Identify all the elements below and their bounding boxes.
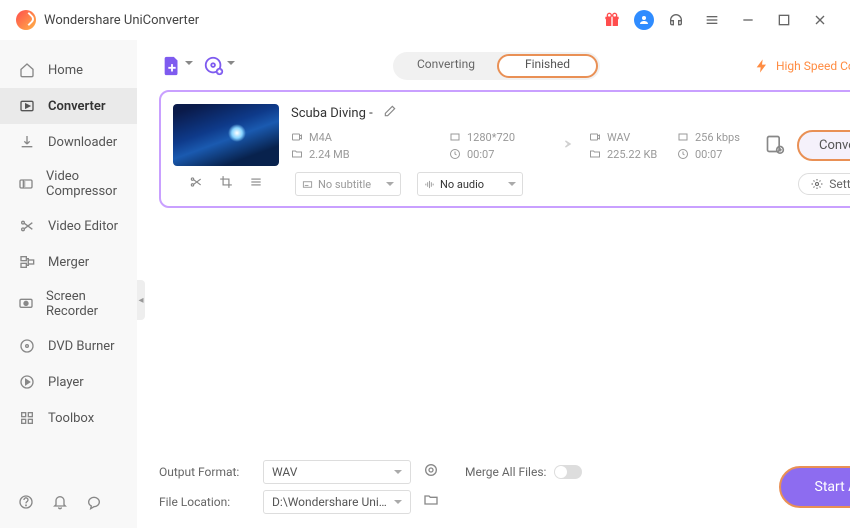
minimize-button[interactable] xyxy=(740,12,756,28)
recorder-icon xyxy=(18,295,34,313)
output-format-value: WAV xyxy=(272,465,297,479)
sidebar-item-converter[interactable]: Converter xyxy=(0,88,137,124)
subtitle-value: No subtitle xyxy=(318,178,371,191)
video-icon xyxy=(291,131,303,143)
sidebar-item-player[interactable]: Player xyxy=(0,364,137,400)
more-icon[interactable] xyxy=(249,175,263,193)
output-format-label: Output Format: xyxy=(159,465,255,479)
crop-icon[interactable] xyxy=(219,175,233,193)
sidebar-item-home[interactable]: Home xyxy=(0,52,137,88)
scissors-icon xyxy=(18,217,36,235)
convert-button[interactable]: Convert xyxy=(797,130,850,161)
app-title: Wondershare UniConverter xyxy=(44,13,199,28)
sidebar-item-downloader[interactable]: Downloader xyxy=(0,124,137,160)
file-location-value: D:\Wondershare UniConverter xyxy=(272,495,394,509)
settings-button[interactable]: Settings xyxy=(798,173,850,195)
open-folder-icon[interactable] xyxy=(423,492,439,512)
sidebar-collapse-handle[interactable]: ◂ xyxy=(137,280,145,320)
download-icon xyxy=(18,133,36,151)
close-button[interactable] xyxy=(812,12,828,28)
output-settings-icon[interactable] xyxy=(423,462,439,482)
sidebar: Home Converter Downloader Video Compress… xyxy=(0,40,137,528)
audio-select[interactable]: No audio xyxy=(417,172,523,196)
play-icon xyxy=(18,373,36,391)
titlebar: Wondershare UniConverter xyxy=(0,0,850,40)
format-gear-icon[interactable] xyxy=(765,134,785,158)
sidebar-item-label: Merger xyxy=(48,255,89,270)
user-avatar[interactable] xyxy=(634,10,654,30)
hamburger-menu-icon[interactable] xyxy=(704,12,720,28)
home-icon xyxy=(18,61,36,79)
sidebar-item-label: DVD Burner xyxy=(48,339,115,354)
src-duration: 00:07 xyxy=(467,148,494,161)
high-speed-toggle[interactable]: High Speed Conversion xyxy=(754,58,850,74)
file-name: Scuba Diving - xyxy=(291,106,373,121)
sidebar-item-compressor[interactable]: Video Compressor xyxy=(0,160,137,208)
subtitle-select[interactable]: No subtitle xyxy=(295,172,401,196)
grid-icon xyxy=(18,409,36,427)
clock-icon xyxy=(449,148,461,160)
feedback-icon[interactable] xyxy=(86,494,102,514)
edit-name-icon[interactable] xyxy=(383,104,397,122)
sidebar-item-merger[interactable]: Merger xyxy=(0,244,137,280)
resolution-icon xyxy=(449,131,461,143)
sidebar-item-editor[interactable]: Video Editor xyxy=(0,208,137,244)
disc-icon xyxy=(18,337,36,355)
add-file-button[interactable] xyxy=(159,53,185,79)
dst-bitrate: 256 kbps xyxy=(695,131,740,144)
sidebar-item-label: Video Compressor xyxy=(46,169,119,199)
dst-duration: 00:07 xyxy=(695,148,722,161)
maximize-button[interactable] xyxy=(776,12,792,28)
video-thumbnail[interactable] xyxy=(173,104,279,166)
app-logo xyxy=(16,10,36,30)
folder-icon xyxy=(291,148,303,160)
sidebar-item-label: Downloader xyxy=(48,135,117,150)
audio-value: No audio xyxy=(440,178,484,191)
bitrate-icon xyxy=(677,131,689,143)
conversion-tabs: Converting Finished xyxy=(393,52,600,80)
sidebar-item-label: Toolbox xyxy=(48,411,94,426)
sidebar-item-label: Video Editor xyxy=(48,219,118,234)
file-card: Scuba Diving - M4A 2.24 MB 1280*720 00:0… xyxy=(159,90,850,208)
compressor-icon xyxy=(18,175,34,193)
merge-toggle[interactable] xyxy=(554,465,582,479)
merger-icon xyxy=(18,253,36,271)
video-icon xyxy=(589,131,601,143)
dst-size: 225.22 KB xyxy=(607,148,657,161)
dst-format: WAV xyxy=(607,131,630,144)
converter-icon xyxy=(18,97,36,115)
merge-label: Merge All Files: xyxy=(465,465,546,479)
subtitle-icon xyxy=(302,179,313,190)
tab-converting[interactable]: Converting xyxy=(395,54,497,78)
output-format-select[interactable]: WAV xyxy=(263,460,411,484)
folder-icon xyxy=(589,148,601,160)
sidebar-item-dvd[interactable]: DVD Burner xyxy=(0,328,137,364)
high-speed-label: High Speed Conversion xyxy=(776,59,850,73)
help-icon[interactable] xyxy=(18,494,34,514)
arrow-right-icon xyxy=(553,133,575,159)
audio-icon xyxy=(424,179,435,190)
src-size: 2.24 MB xyxy=(309,148,350,161)
support-icon[interactable] xyxy=(668,12,684,28)
start-all-button[interactable]: Start All xyxy=(779,466,850,508)
sidebar-item-label: Player xyxy=(48,375,84,390)
sidebar-item-toolbox[interactable]: Toolbox xyxy=(0,400,137,436)
src-format: M4A xyxy=(309,131,332,144)
gear-icon xyxy=(811,178,823,190)
file-location-label: File Location: xyxy=(159,495,255,509)
bell-icon[interactable] xyxy=(52,494,68,514)
sidebar-item-recorder[interactable]: Screen Recorder xyxy=(0,280,137,328)
src-resolution: 1280*720 xyxy=(467,131,515,144)
sidebar-item-label: Home xyxy=(48,63,83,78)
tab-finished[interactable]: Finished xyxy=(497,54,598,78)
file-location-select[interactable]: D:\Wondershare UniConverter xyxy=(263,490,411,514)
settings-label: Settings xyxy=(829,177,850,191)
add-disc-button[interactable] xyxy=(201,53,227,79)
trim-icon[interactable] xyxy=(189,175,203,193)
gift-icon[interactable] xyxy=(604,12,620,28)
sidebar-item-label: Converter xyxy=(48,99,106,114)
clock-icon xyxy=(677,148,689,160)
sidebar-item-label: Screen Recorder xyxy=(46,289,119,319)
bolt-icon xyxy=(754,58,770,74)
